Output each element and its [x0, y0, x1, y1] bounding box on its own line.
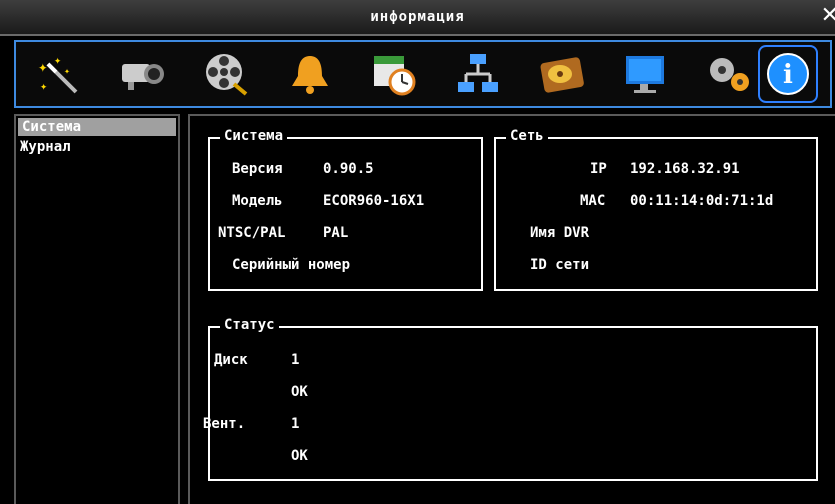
ip-label: IP — [590, 161, 607, 177]
disk-label: Диск — [214, 352, 248, 368]
system-group-title: Система — [220, 128, 288, 144]
settings-gears-icon[interactable] — [704, 48, 756, 100]
info-icon[interactable]: i — [758, 45, 818, 103]
alarm-bell-icon[interactable] — [284, 48, 336, 100]
svg-text:✦: ✦ — [64, 66, 70, 77]
hdd-icon[interactable] — [536, 48, 588, 100]
svg-text:✦: ✦ — [38, 57, 48, 76]
nav-item-log[interactable]: Журнал — [16, 138, 178, 156]
dvr-name-label: Имя DVR — [530, 225, 590, 241]
mac-value: 00:11:14:0d:71:1d — [630, 193, 774, 209]
model-label: Модель — [232, 193, 283, 209]
fan-status: OK — [291, 448, 308, 464]
camera-icon[interactable] — [116, 48, 168, 100]
network-group-title: Сеть — [506, 128, 548, 144]
film-reel-icon[interactable] — [200, 48, 252, 100]
wizard-icon[interactable]: ✦ ✦ ✦ ✦ — [32, 48, 84, 100]
network-id-label: ID сети — [530, 257, 590, 273]
fan-label: Вент. — [203, 416, 246, 432]
disk-status: OK — [291, 384, 308, 400]
left-navigation: Система Журнал — [14, 114, 180, 504]
svg-text:i: i — [783, 60, 793, 90]
version-label: Версия — [232, 161, 283, 177]
ntscpal-label: NTSC/PAL — [218, 225, 286, 241]
close-icon[interactable]: ✕ — [821, 5, 835, 27]
model-value: ECOR960-16X1 — [323, 193, 425, 209]
ntscpal-value: PAL — [323, 225, 349, 241]
network-icon[interactable] — [452, 48, 504, 100]
svg-text:✦: ✦ — [54, 53, 61, 67]
nav-item-system[interactable]: Система — [18, 118, 176, 136]
window-title: информация — [370, 9, 465, 25]
fan-number: 1 — [291, 416, 300, 432]
schedule-icon[interactable] — [368, 48, 420, 100]
serial-label: Серийный номер — [232, 257, 351, 273]
title-bar: информация ✕ — [0, 0, 835, 36]
mac-label: MAC — [580, 193, 606, 209]
main-toolbar: ✦ ✦ ✦ ✦ i — [14, 40, 832, 108]
disk-number: 1 — [291, 352, 300, 368]
status-group-title: Статус — [220, 317, 279, 333]
svg-text:✦: ✦ — [40, 79, 47, 93]
version-value: 0.90.5 — [323, 161, 374, 177]
monitor-icon[interactable] — [620, 48, 672, 100]
ip-value: 192.168.32.91 — [630, 161, 740, 177]
